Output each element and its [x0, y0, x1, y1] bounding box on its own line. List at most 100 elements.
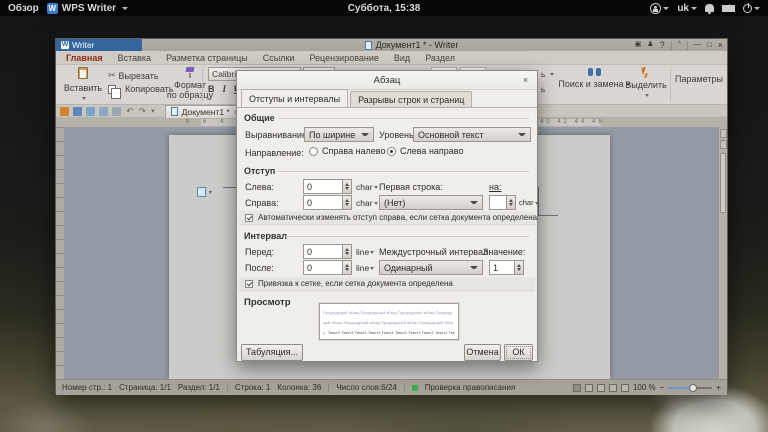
divider	[202, 68, 203, 101]
tab-view[interactable]: Вид	[394, 53, 410, 63]
view-mode-icon[interactable]	[621, 384, 629, 392]
menu-icon[interactable]	[60, 107, 69, 116]
vertical-ruler[interactable]	[56, 127, 64, 379]
volume-icon[interactable]	[722, 5, 735, 12]
copy-icon	[108, 85, 116, 94]
indent-right-unit[interactable]: char	[356, 198, 378, 208]
status-word-count[interactable]: Число слов:6/24	[336, 383, 396, 392]
skin-icon[interactable]: ▣	[635, 40, 642, 50]
zoom-out-button[interactable]: −	[660, 383, 665, 392]
view-mode-icon[interactable]	[573, 384, 581, 392]
divider	[404, 383, 405, 393]
dialog-titlebar[interactable]: Абзац ×	[237, 71, 537, 90]
line-spacing-value-input[interactable]	[489, 260, 515, 275]
print-preview-icon[interactable]	[99, 107, 108, 116]
zoom-slider-handle[interactable]	[689, 384, 697, 392]
zoom-level[interactable]: 100 %	[633, 383, 656, 392]
ok-button[interactable]: ОК	[504, 344, 533, 361]
line-spacing-value-spinner[interactable]	[515, 260, 524, 275]
tab-indents-spacing[interactable]: Отступы и интервалы	[241, 89, 348, 107]
help-button[interactable]: ?	[660, 40, 665, 50]
close-button[interactable]: ×	[718, 40, 723, 50]
power-menu[interactable]	[743, 4, 760, 13]
dialog-close-button[interactable]: ×	[519, 74, 532, 87]
tab-review[interactable]: Рецензирование	[309, 53, 379, 63]
collapse-ribbon-button[interactable]: ^	[678, 40, 681, 50]
auto-adjust-checkbox-row[interactable]: Автоматически изменять отступ справа, ес…	[239, 211, 535, 225]
tab-page-layout[interactable]: Разметка страницы	[166, 53, 248, 63]
italic-button[interactable]: I	[223, 84, 227, 94]
save-icon[interactable]	[73, 107, 82, 116]
unit-label: char	[356, 182, 373, 192]
view-mode-icon[interactable]	[585, 384, 593, 392]
scrollbar-thumb[interactable]	[720, 153, 726, 213]
spacing-before-unit[interactable]: line	[356, 247, 374, 257]
first-line-combo[interactable]: (Нет)	[379, 195, 483, 210]
view-mode-icon[interactable]	[609, 384, 617, 392]
tab-section[interactable]: Раздел	[425, 53, 455, 63]
writer-app-tab[interactable]: W Writer	[56, 39, 142, 51]
direction-rtl-radio[interactable]: Справа налево	[309, 146, 386, 156]
window-title-text: Документ1 * - Writer	[376, 40, 459, 50]
minimize-button[interactable]: —	[694, 40, 701, 50]
maximize-button[interactable]: □	[707, 40, 712, 50]
indent-right-spinner[interactable]	[343, 195, 352, 210]
first-line-by-unit[interactable]: char	[519, 198, 539, 207]
options-button[interactable]: Параметры	[675, 74, 723, 84]
unit-label: char	[356, 198, 373, 208]
scrollbar-up-button[interactable]	[720, 129, 727, 138]
print-icon[interactable]	[86, 107, 95, 116]
status-spellcheck[interactable]: Проверка правописания	[425, 383, 515, 392]
indent-left-unit[interactable]: char	[356, 182, 378, 192]
clipped-button[interactable]: ь	[541, 85, 545, 94]
snap-to-grid-checkbox-row[interactable]: Привязка к сетке, если сетка документа о…	[239, 277, 535, 291]
tab-line-page-breaks[interactable]: Разрывы строк и страниц	[350, 91, 472, 107]
line-spacing-combo[interactable]: Одинарный	[379, 260, 483, 275]
indent-right-input[interactable]	[303, 195, 343, 210]
app-menu[interactable]: W WPS Writer	[47, 3, 128, 14]
user-icon[interactable]: ♟	[647, 40, 653, 50]
spacing-after-input[interactable]	[303, 260, 343, 275]
tab-references[interactable]: Ссылки	[263, 53, 295, 63]
indent-left-input[interactable]	[303, 179, 343, 194]
vertical-scrollbar[interactable]	[718, 127, 727, 379]
paste-button[interactable]: Вставить	[61, 67, 105, 103]
spacing-after-spinner[interactable]	[343, 260, 352, 275]
ruler-toggle-button[interactable]	[720, 140, 727, 149]
view-icon[interactable]	[112, 107, 121, 116]
view-mode-icon[interactable]	[597, 384, 605, 392]
paste-options-icon[interactable]	[197, 187, 206, 197]
direction-ltr-radio[interactable]: Слева направо	[387, 146, 464, 156]
window-titlebar[interactable]: W Writer Документ1 * - Writer ▣ ♟ ? ^ — …	[56, 39, 727, 51]
notification-icon[interactable]	[705, 4, 714, 12]
undo-icon[interactable]: ↶	[126, 107, 134, 116]
tab-home[interactable]: Главная	[66, 53, 103, 63]
spacing-before-input[interactable]	[303, 244, 343, 259]
tabs-button[interactable]: Табуляция...	[241, 344, 303, 361]
chevron-down-icon[interactable]: ▾	[151, 107, 155, 116]
spacing-before-spinner[interactable]	[343, 244, 352, 259]
redo-icon[interactable]: ↷	[139, 107, 147, 116]
level-combo[interactable]: Основной текст	[413, 127, 531, 142]
alignment-combo[interactable]: По ширине	[304, 127, 374, 142]
select-button[interactable]: Выделить	[624, 67, 668, 100]
find-replace-button[interactable]: Поиск и замена	[554, 67, 634, 89]
tab-insert[interactable]: Вставка	[118, 53, 151, 63]
indent-left-spinner[interactable]	[343, 179, 352, 194]
keyboard-layout-menu[interactable]: uk	[677, 3, 697, 14]
clipped-button[interactable]: ь	[541, 70, 554, 79]
zoom-slider[interactable]	[668, 387, 712, 389]
first-line-by-input[interactable]	[489, 195, 507, 210]
first-line-value: (Нет)	[384, 198, 405, 208]
clipped-label: ь	[541, 85, 545, 94]
dialog-tab-bar: Отступы и интервалы Разрывы строк и стра…	[237, 90, 537, 108]
spacing-after-unit[interactable]: line	[356, 263, 374, 273]
accessibility-menu[interactable]	[650, 3, 669, 14]
document-tab[interactable]: Документ1 * ×	[165, 105, 245, 118]
cut-button[interactable]: ✂ Вырезать	[108, 70, 159, 81]
cancel-button[interactable]: Отмена	[464, 344, 501, 361]
first-line-by-spinner[interactable]	[507, 195, 516, 210]
bold-button[interactable]: B	[208, 84, 215, 94]
zoom-in-button[interactable]: +	[716, 383, 721, 392]
activities-button[interactable]: Обзор	[8, 3, 39, 14]
